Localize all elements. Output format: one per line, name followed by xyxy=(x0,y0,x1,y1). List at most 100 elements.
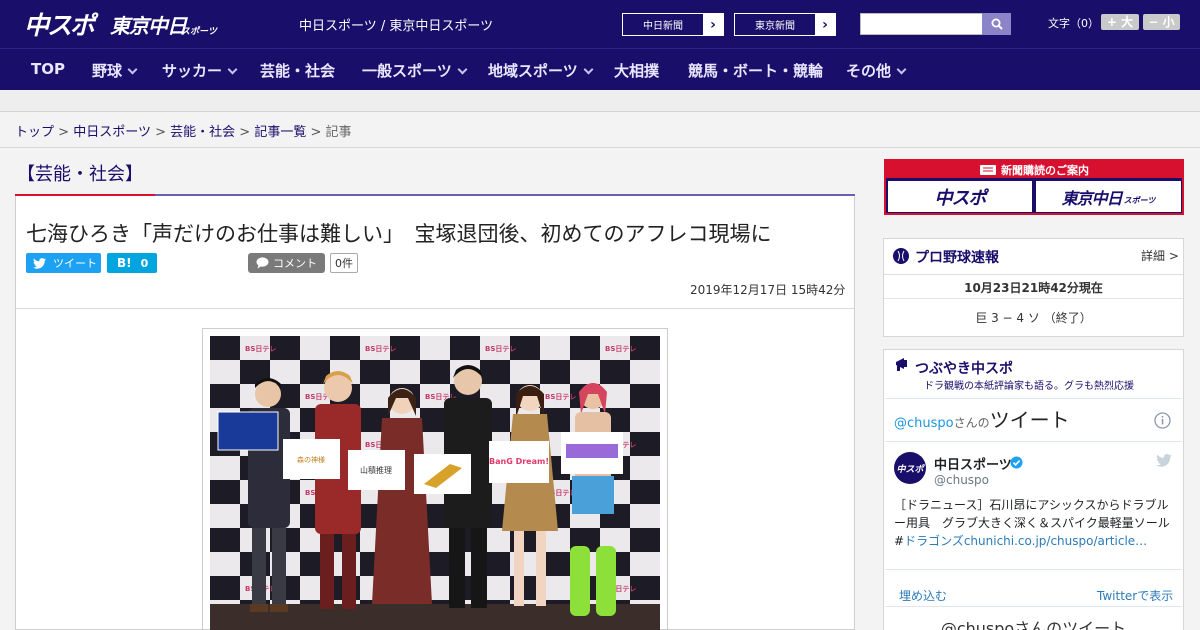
nav-item-sumo[interactable]: 大相撲 xyxy=(614,60,659,81)
nav-item-local-sports-label: 地域スポーツ xyxy=(488,62,578,80)
nav-item-baseball[interactable]: 野球 xyxy=(92,60,138,81)
tweet-button[interactable]: ツイート xyxy=(26,253,101,273)
nav-item-entertainment[interactable]: 芸能・社会 xyxy=(260,60,335,81)
article-photo[interactable]: BS日テレ BS日テレ BS日テレ BS日テレ BS日テレ BS日テレ BS日テレ BS日… xyxy=(210,336,660,630)
nav-item-other-label: その他 xyxy=(846,62,892,80)
tokyo-shimbun-button[interactable]: 東京新聞 › xyxy=(734,13,836,36)
article-date: 2019年12月17日 15時42分 xyxy=(690,283,846,297)
breadcrumb-separator: > xyxy=(310,125,322,140)
twitter-logo-icon[interactable] xyxy=(1156,454,1172,467)
board-3-text: 山積推理 xyxy=(360,465,392,475)
baseball-live-title: プロ野球速報 xyxy=(915,250,999,266)
tweets-footer-link[interactable]: @chuspoさんのツイート xyxy=(885,606,1182,630)
subscription-header: 新聞購読のご案内 xyxy=(886,161,1182,178)
article-title: 七海ひろき「声だけのお仕事は難しい」 宝塚退団後、初めてのアフレコ現場に xyxy=(26,222,772,246)
nav-item-soccer-label: サッカー xyxy=(162,62,223,80)
font-size-label: 文字（0） xyxy=(1048,17,1099,30)
tweet-divider xyxy=(885,441,1182,442)
nav-item-racing[interactable]: 競馬・ボート・競輪 xyxy=(688,60,823,81)
chevron-down-icon xyxy=(583,64,594,75)
nav-item-local-sports[interactable]: 地域スポーツ xyxy=(488,60,594,81)
chunichi-shimbun-label: 中日新聞 xyxy=(643,21,683,32)
board-5-text: BanG Dream! xyxy=(489,457,549,466)
search-input[interactable] xyxy=(860,13,983,35)
breadcrumb-separator: > xyxy=(155,125,166,140)
nav-item-soccer[interactable]: サッカー xyxy=(162,60,238,81)
spacer-band xyxy=(0,90,1200,112)
breadcrumb-article-list[interactable]: 記事一覧 xyxy=(254,125,306,140)
subscribe-tokyo-logo-sub: スポーツ xyxy=(1123,196,1156,205)
tweet-author-name[interactable]: 中日スポーツ xyxy=(934,454,1012,473)
baseball-icon xyxy=(893,248,909,264)
breadcrumb: トップ > 中日スポーツ > 芸能・社会 > 記事一覧 > 記事 xyxy=(15,121,352,140)
tweet-link[interactable]: ドラゴンズchunichi.co.jp/chuspo/article… xyxy=(904,534,1147,548)
nav-item-other[interactable]: その他 xyxy=(846,60,907,81)
verified-badge-icon xyxy=(1010,456,1023,469)
breadcrumb-chunichi-sports[interactable]: 中日スポーツ xyxy=(73,125,151,140)
baseball-divider xyxy=(884,274,1183,275)
breadcrumb-separator: > xyxy=(239,125,251,140)
nav-item-baseball-label: 野球 xyxy=(92,62,123,80)
newspaper-icon xyxy=(980,164,996,175)
baseball-detail-link[interactable]: 詳細 > xyxy=(1141,247,1179,264)
tweet-text: ［ドラニュース］石川昂にアシックスからドラブルー用具 グラブ大きく深く＆スパイク… xyxy=(894,496,1176,550)
view-on-twitter-link[interactable]: Twitterで表示 xyxy=(1097,587,1173,604)
subscribe-tokyo-button[interactable]: 東京中日 スポーツ xyxy=(1036,181,1181,212)
subscription-header-text: 新聞購読のご案内 xyxy=(1001,163,1089,177)
category-heading: 【芸能・社会】 xyxy=(17,164,143,185)
chevron-down-icon xyxy=(127,64,138,75)
font-larger-button[interactable]: + 大 xyxy=(1101,14,1139,30)
svg-text:BS日テレ: BS日テレ xyxy=(245,345,276,353)
site-title: 中日スポーツ / 東京中日スポーツ xyxy=(299,19,494,34)
tweet-footer-divider xyxy=(885,569,1182,570)
info-icon[interactable] xyxy=(1154,412,1171,429)
nav-item-general-sports[interactable]: 一般スポーツ xyxy=(362,60,468,81)
subscribe-chuspo-button[interactable]: 中スポ xyxy=(888,181,1032,212)
megaphone-icon xyxy=(896,358,907,371)
comment-button[interactable]: コメント xyxy=(248,253,325,273)
tweet-button-label: ツイート xyxy=(53,257,97,270)
baseball-game-score[interactable]: 巨 3 − 4 ソ （終了） xyxy=(884,309,1183,326)
twitter-bird-icon xyxy=(33,257,46,269)
chunichi-shimbun-button[interactable]: 中日新聞 › xyxy=(622,13,724,36)
svg-text:BS日テレ: BS日テレ xyxy=(365,345,396,353)
subscribe-chuspo-logo: 中スポ xyxy=(934,187,987,209)
breadcrumb-top[interactable]: トップ xyxy=(15,125,54,140)
breadcrumb-separator: > xyxy=(58,125,70,140)
tokyo-chunichi-logo-sub: スポーツ xyxy=(181,27,217,37)
tweet-author-handle[interactable]: @chuspo xyxy=(934,473,989,487)
hatena-count: 0 xyxy=(140,256,149,270)
nav-item-general-sports-label: 一般スポーツ xyxy=(362,62,452,80)
chevron-down-icon xyxy=(227,64,238,75)
tweet-avatar[interactable]: 中スポ xyxy=(894,452,926,484)
comment-button-label: コメント xyxy=(273,257,317,270)
speech-bubble-icon xyxy=(256,257,269,269)
tokyo-shimbun-label: 東京新聞 xyxy=(755,21,795,32)
search-icon xyxy=(991,18,1003,30)
hatena-bookmark-button[interactable]: B! 0 xyxy=(107,253,157,273)
baseball-divider-2 xyxy=(884,298,1183,299)
nav-item-top[interactable]: TOP xyxy=(31,60,65,78)
article-divider xyxy=(16,308,854,309)
chevron-down-icon xyxy=(896,64,907,75)
tsubuyaki-title: つぶやき中スポ xyxy=(915,361,1013,377)
svg-text:BS日テレ: BS日テレ xyxy=(545,393,576,401)
chevron-down-icon xyxy=(457,64,468,75)
twitter-embed-header: @chuspoさんのツイート xyxy=(894,404,1070,433)
hatena-icon: B! xyxy=(117,256,132,270)
breadcrumb-current: 記事 xyxy=(325,125,352,140)
svg-text:BS日テレ: BS日テレ xyxy=(605,345,636,353)
tsubuyaki-subtitle: ドラ観戦の本紙評論家も語る。グラも熱烈応援 xyxy=(924,381,1134,392)
chevron-right-icon: › xyxy=(703,14,723,35)
twitter-header-title: ツイート xyxy=(989,408,1070,432)
twitter-handle-link[interactable]: @chuspo xyxy=(894,416,954,431)
search-button[interactable] xyxy=(982,13,1011,35)
tokyo-chunichi-logo[interactable]: 東京中日 xyxy=(110,10,187,39)
font-smaller-button[interactable]: − 小 xyxy=(1143,14,1180,30)
comment-count: 0件 xyxy=(330,253,358,273)
embed-link[interactable]: 埋め込む xyxy=(899,587,947,604)
baseball-update-time: 10月23日21時42分現在 xyxy=(964,281,1103,295)
subscribe-tokyo-logo: 東京中日 xyxy=(1061,188,1123,208)
chuspo-logo[interactable]: 中スポ xyxy=(24,6,95,42)
breadcrumb-entertainment[interactable]: 芸能・社会 xyxy=(170,125,235,140)
